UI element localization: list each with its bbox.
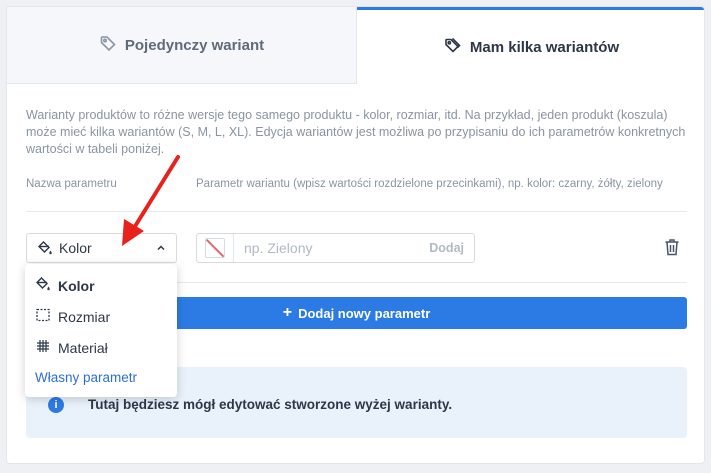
dropdown-option-label: Rozmiar [58, 308, 111, 325]
tab-multi-label: Mam kilka wariantów [469, 38, 620, 56]
divider [26, 211, 687, 212]
dropdown-custom-param[interactable]: Własny parametr [35, 370, 137, 385]
variant-tabs: Pojedynczy wariant Mam kilka wariantów [7, 7, 704, 84]
dropdown-option-kolor[interactable]: Kolor [35, 276, 95, 295]
tab-multiple-variants[interactable]: Mam kilka wariantów [357, 7, 704, 84]
add-value-button[interactable]: Dodaj [429, 241, 464, 255]
dropdown-option-label: Kolor [58, 277, 95, 294]
info-text: Tutaj będziesz mógł edytować stworzone w… [88, 397, 453, 412]
tags-icon [444, 36, 462, 58]
paint-bucket-icon [35, 276, 51, 295]
column-label-param-name: Nazwa parametru [26, 178, 117, 190]
field-separator [233, 234, 234, 262]
crop-size-icon [35, 307, 51, 326]
dropdown-option-material[interactable]: Materiał [35, 338, 108, 357]
color-swatch[interactable] [205, 238, 225, 258]
variants-description: Warianty produktów to różne wersje tego … [26, 108, 686, 156]
trash-icon[interactable] [664, 238, 680, 256]
plus-icon: + [282, 304, 293, 321]
add-new-param-label: Dodaj nowy parametr [298, 305, 431, 321]
tag-icon [99, 34, 117, 56]
param-dropdown-menu: Kolor Rozmiar Materiał Własny parametr [25, 264, 177, 397]
dropdown-option-label: Materiał [58, 339, 108, 356]
paint-bucket-icon [37, 240, 53, 256]
param-value-input[interactable] [244, 240, 424, 256]
tab-single-label: Pojedynczy wariant [124, 36, 265, 54]
param-select-value: Kolor [59, 240, 92, 256]
dropdown-option-rozmiar[interactable]: Rozmiar [35, 307, 110, 326]
chevron-up-icon [156, 243, 166, 253]
fabric-grid-icon [35, 338, 51, 357]
param-select[interactable]: Kolor [26, 233, 177, 263]
info-icon: i [48, 397, 64, 413]
column-label-param-values: Parametr wariantu (wpisz wartości rozdzi… [196, 178, 663, 190]
tab-single-variant[interactable]: Pojedynczy wariant [7, 7, 357, 84]
param-value-field: Dodaj [196, 233, 475, 263]
